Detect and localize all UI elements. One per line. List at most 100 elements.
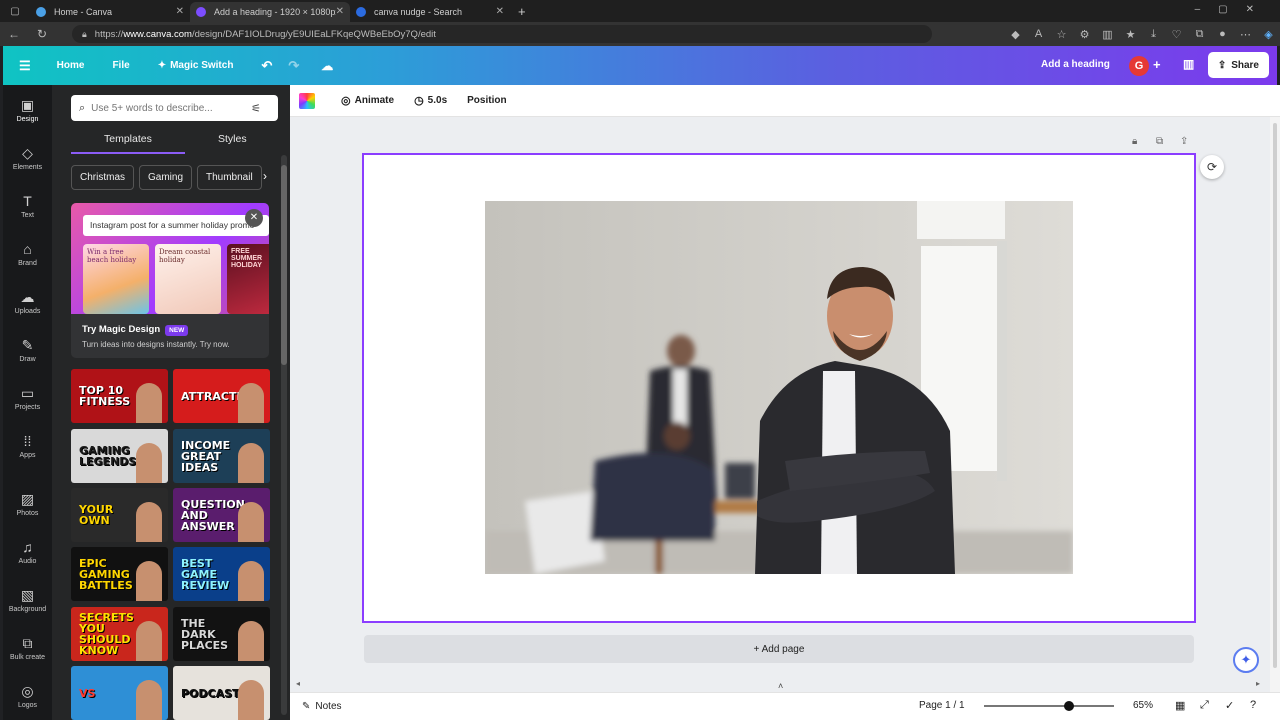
rail-item-elements[interactable]: ◇ Elements [3,145,52,171]
tab-styles[interactable]: Styles [218,133,247,145]
notes-button[interactable]: ✎ Notes [302,701,342,712]
cloud-save-icon[interactable]: ☁ [321,59,333,73]
page-indicator[interactable]: Page 1 / 1 [919,700,965,711]
chip-gaming[interactable]: Gaming [139,165,193,190]
grid-view-icon[interactable]: ▦ [1175,699,1185,712]
template-thumbnail[interactable]: SECRETS YOU SHOULD KNOW [71,607,168,661]
rail-item-background[interactable]: ▧ Background [3,587,52,613]
zoom-slider-handle[interactable] [1064,701,1074,711]
scroll-left-icon[interactable]: ◂ [296,679,300,688]
rail-item-uploads[interactable]: ☁ Uploads [3,289,52,315]
search-input[interactable] [91,102,242,114]
split-screen-icon[interactable]: ▥ [1096,28,1119,41]
more-icon[interactable]: ⋯ [1234,28,1257,41]
rail-item-brand[interactable]: ⌂ Brand [3,241,52,267]
profile-icon[interactable]: ● [1211,28,1234,40]
duplicate-page-icon[interactable]: ⧉ [1156,136,1163,147]
chip-thumbnail[interactable]: Thumbnail [197,165,262,190]
close-tab-icon[interactable]: ✕ [336,6,344,17]
rail-item-text[interactable]: T Text [3,193,52,219]
rail-item-label: Projects [14,404,41,411]
template-thumbnail[interactable]: QUESTION AND ANSWER [173,488,270,542]
scroll-right-icon[interactable]: ▸ [1256,679,1260,688]
browser-tab-home[interactable]: Home - Canva ✕ [30,2,190,22]
extensions-icon[interactable]: ⚙ [1073,28,1096,41]
window-controls[interactable]: –▢✕ [1195,4,1272,15]
template-thumbnail[interactable]: VS [71,666,168,720]
template-thumbnail[interactable]: TOP 10 FITNESS [71,369,168,423]
rail-item-logos[interactable]: ◎ Logos [3,683,52,709]
help-icon[interactable]: ? [1250,699,1256,711]
browser-tab-search[interactable]: canva nudge - Search ✕ [350,2,510,22]
avatar[interactable]: G [1129,56,1149,76]
magic-assistant-icon[interactable]: ✦ [1233,647,1259,673]
panel-scrollbar[interactable] [281,155,287,715]
regenerate-icon[interactable]: ⟳ [1200,155,1224,179]
share-button[interactable]: ⇪ Share [1207,52,1269,78]
tab-actions-icon[interactable]: ▢ [0,6,30,17]
color-picker-icon[interactable] [299,92,315,109]
file-menu-button[interactable]: File [112,60,129,71]
menu-icon[interactable]: ☰ [19,58,31,74]
rail-item-design[interactable]: ▣ Design [3,97,52,123]
collections-icon[interactable]: ⧉ [1188,28,1211,41]
template-thumbnail[interactable]: GAMING LEGENDS [71,429,168,483]
template-search-field[interactable]: ⌕ ⚟ [71,95,278,121]
template-thumbnail[interactable]: ATTRACTIVE [173,369,270,423]
rail-item-draw[interactable]: ✎ Draw [3,337,52,363]
chevron-right-icon[interactable]: › [263,169,267,183]
zoom-percentage[interactable]: 65% [1133,700,1153,711]
tab-templates[interactable]: Templates [104,133,152,145]
download-icon[interactable]: ⤓ [1142,28,1165,41]
animate-button[interactable]: ◎ Animate [341,94,394,107]
back-icon[interactable]: ← [0,27,28,41]
performance-icon[interactable]: ♡ [1165,28,1188,41]
chip-christmas[interactable]: Christmas [71,165,135,190]
rail-item-audio[interactable]: ♫ Audio [3,539,52,565]
insights-icon[interactable]: ▥ [1183,57,1194,71]
template-thumbnail[interactable]: BEST GAME REVIEW [173,547,270,601]
template-thumbnail[interactable]: INCOME GREAT IDEAS [173,429,270,483]
reload-icon[interactable]: ↻ [28,27,56,41]
extension-icon[interactable]: ◆ [1004,28,1027,41]
invite-icon[interactable]: + [1153,57,1161,72]
undo-icon[interactable]: ↶ [261,58,272,74]
canvas-scrollbar[interactable] [1270,117,1280,692]
template-thumbnail[interactable]: PODCAST [173,666,270,720]
template-thumbnail[interactable]: YOUR OWN [71,488,168,542]
favorites-icon[interactable]: ★ [1119,28,1142,41]
fullscreen-icon[interactable]: ⤢ [1200,699,1209,712]
document-title[interactable]: Add a heading [1041,59,1110,70]
chevron-up-icon[interactable]: ˄ [778,681,783,691]
rail-item-apps[interactable]: ⁞⁞ Apps [3,433,52,459]
rail-item-projects[interactable]: ▭ Projects [3,385,52,411]
template-thumbnail[interactable]: THE DARK PLACES [173,607,270,661]
add-page-icon[interactable]: ⇪ [1180,136,1188,147]
home-button[interactable]: Home [57,60,85,71]
browser-tab-design[interactable]: Add a heading - 1920 × 1080px ✕ [190,1,350,22]
duration-button[interactable]: ◷ 5.0s [414,94,447,107]
rail-item-bulk-create[interactable]: ⧉ Bulk create [3,635,52,661]
close-tab-icon[interactable]: ✕ [176,6,184,17]
redo-icon[interactable]: ↷ [288,58,299,74]
template-thumbnail[interactable]: EPIC GAMING BATTLES [71,547,168,601]
filter-icon[interactable]: ⚟ [251,102,261,115]
magic-design-promo[interactable]: Instagram post for a summer holiday prom… [71,203,269,358]
new-tab-icon[interactable]: + [518,4,526,19]
zoom-slider[interactable] [984,701,1114,711]
lock-icon[interactable]: 🔒︎ [1132,136,1137,147]
canvas-area[interactable]: 🔒︎ ⧉ ⇪ ⟳ + Add page ◂ ▸ ˄ [290,117,1270,692]
design-page[interactable] [362,153,1196,623]
url-field[interactable]: 🔒︎ https://www.canva.com/design/DAF1IOLD… [72,25,932,43]
favorite-icon[interactable]: ☆ [1050,28,1073,41]
magic-switch-button[interactable]: ✦ Magic Switch [158,60,234,71]
check-icon[interactable]: ✓ [1225,699,1234,712]
position-button[interactable]: Position [467,95,506,106]
read-aloud-icon[interactable]: A [1027,28,1050,40]
photo-element[interactable] [485,201,1073,574]
add-page-button[interactable]: + Add page [364,635,1194,663]
rail-item-photos[interactable]: ▨ Photos [3,491,52,517]
copilot-icon[interactable]: ◈ [1257,28,1280,41]
close-icon[interactable]: ✕ [245,209,263,227]
close-tab-icon[interactable]: ✕ [496,6,504,17]
